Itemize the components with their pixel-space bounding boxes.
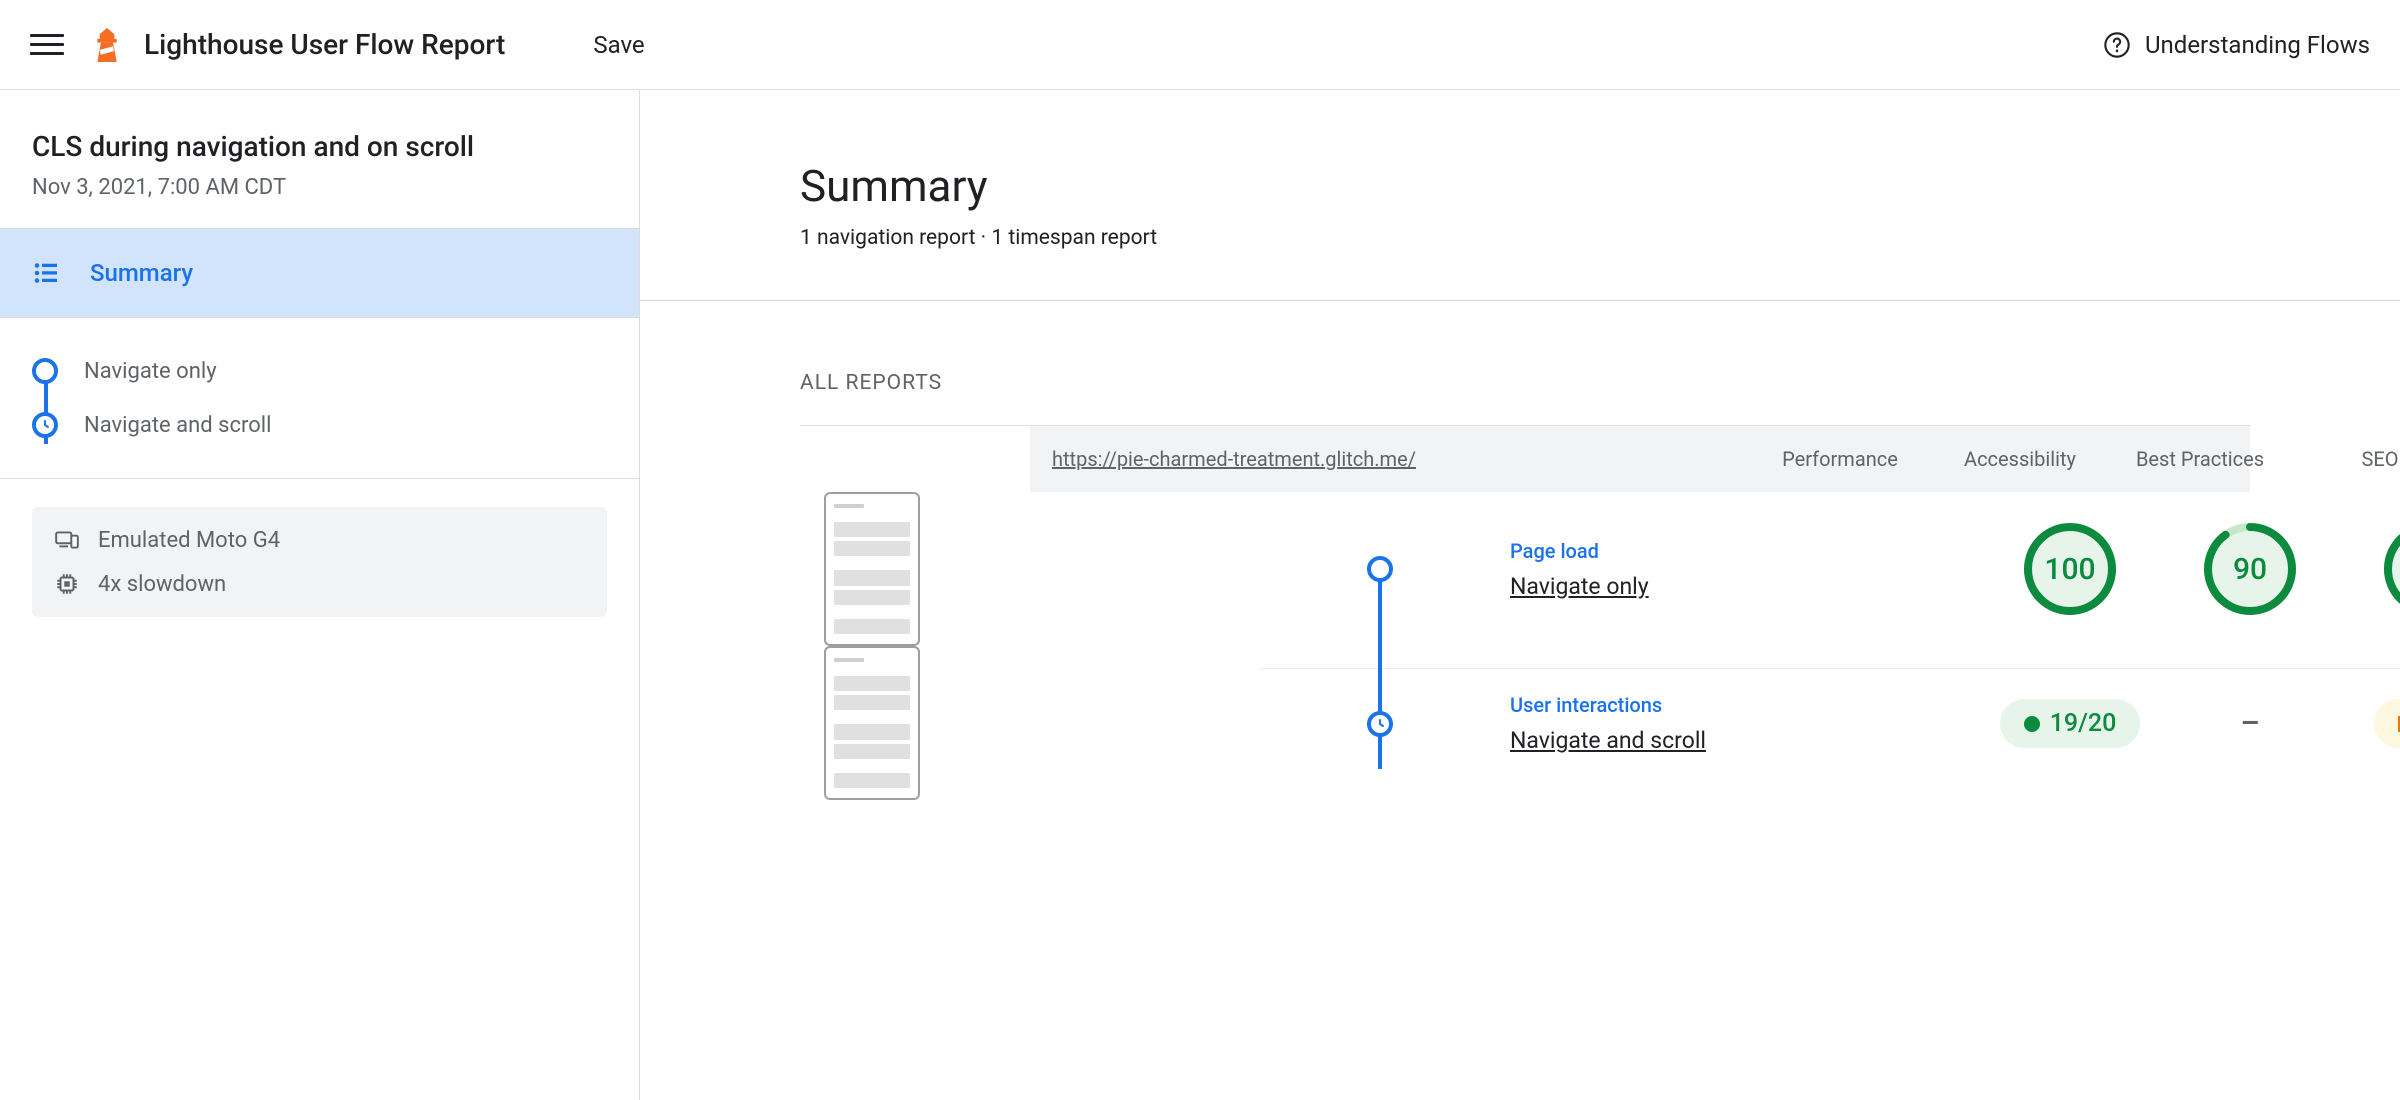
report-row: User interactions Navigate and scroll 19… [800,646,2250,800]
save-button[interactable]: Save [593,31,644,59]
score-gauge: 93 [2382,521,2400,617]
report-row: Page load Navigate only 100 90 93 [800,492,2250,646]
score-gauge: 90 [2202,521,2298,617]
sidebar-step-navigate-only[interactable]: Navigate only [32,344,607,398]
column-header-accessibility: Accessibility [1930,447,2110,471]
sidebar-step-label: Navigate only [84,359,217,384]
sidebar-item-summary[interactable]: Summary [0,229,639,317]
sidebar-step-label: Navigate and scroll [84,413,271,438]
flow-title: CLS during navigation and on scroll [32,130,607,163]
cpu-chip-icon [54,571,80,597]
step-type-label: User interactions [1510,693,1980,717]
screenshot-thumbnail [824,492,920,646]
table-row: User interactions Navigate and scroll 19… [1260,668,2400,778]
page-subtitle: 1 navigation report · 1 timespan report [800,226,2400,250]
help-link-label: Understanding Flows [2145,31,2370,59]
setting-throttle-label: 4x slowdown [98,572,226,597]
sidebar-settings: Emulated Moto G4 4x slowdown [32,507,607,617]
menu-icon[interactable] [30,28,64,62]
step-name-link[interactable]: Navigate and scroll [1510,727,1980,754]
column-header-performance: Performance [1750,447,1930,471]
main-content: Summary 1 navigation report · 1 timespan… [640,90,2400,1100]
help-icon [2103,31,2131,59]
table-header-row: https://pie-charmed-treatment.glitch.me/… [1030,426,2250,492]
reports-table: https://pie-charmed-treatment.glitch.me/… [800,425,2250,800]
sidebar-step-navigate-and-scroll[interactable]: Navigate and scroll [32,398,607,452]
timespan-marker-icon [1367,711,1393,737]
page-title: Summary [800,160,2400,212]
score-fraction: 7/8 [2374,699,2400,748]
fraction-value: 19/20 [2050,709,2117,738]
flow-date: Nov 3, 2021, 7:00 AM CDT [32,175,607,200]
score-value: 100 [2022,521,2118,617]
top-bar: Lighthouse User Flow Report Save Underst… [0,0,2400,90]
sidebar: CLS during navigation and on scroll Nov … [0,90,640,1100]
screenshot-thumbnail [824,646,920,800]
sidebar-item-label: Summary [90,259,193,287]
column-header-seo: SEO [2290,447,2400,471]
score-fraction: 19/20 [2000,699,2141,748]
setting-device-label: Emulated Moto G4 [98,528,280,553]
help-link[interactable]: Understanding Flows [2103,31,2370,59]
score-gauge: 100 [2022,521,2118,617]
lighthouse-icon [92,28,122,62]
score-value: 90 [2202,521,2298,617]
pass-dot-icon [2024,716,2040,732]
navigation-marker-icon [32,358,58,384]
not-applicable-dash: – [2240,706,2259,741]
devices-icon [54,527,80,553]
navigation-marker-icon [1367,556,1393,582]
step-name-link[interactable]: Navigate only [1510,573,1980,600]
score-value: 93 [2382,521,2400,617]
sidebar-steps: Navigate only Navigate and scroll [0,317,639,479]
table-row: Page load Navigate only 100 90 93 [1260,497,2400,641]
timespan-marker-icon [32,412,58,438]
setting-throttle: 4x slowdown [54,571,585,597]
column-header-best-practices: Best Practices [2110,447,2290,471]
app-title: Lighthouse User Flow Report [144,28,505,61]
setting-device: Emulated Moto G4 [54,527,585,553]
sidebar-header: CLS during navigation and on scroll Nov … [0,90,639,229]
report-url-link[interactable]: https://pie-charmed-treatment.glitch.me/ [1030,447,1750,471]
summary-list-icon [32,258,62,288]
section-label: ALL REPORTS [800,301,2400,425]
step-type-label: Page load [1510,539,1980,563]
